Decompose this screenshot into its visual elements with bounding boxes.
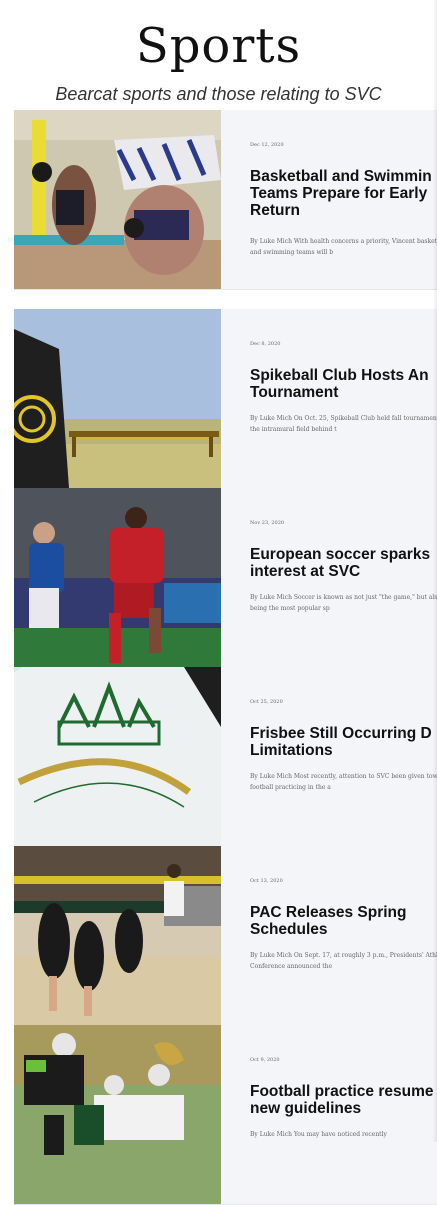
- article-excerpt: By Luke Mich Most recently, attention to…: [250, 773, 437, 791]
- article-card[interactable]: Oct 9, 2020 Football practice resume new…: [14, 1025, 437, 1205]
- article-headline[interactable]: Basketball and Swimmin Teams Prepare for…: [250, 168, 437, 219]
- article-date: Oct 25, 2020: [250, 699, 283, 705]
- article-excerpt: By Luke Mich On Oct. 25, Spikeball Club …: [250, 415, 437, 433]
- article-date: Nov 23, 2020: [250, 520, 285, 526]
- article-card[interactable]: Oct 13, 2020 PAC Releases Spring Schedul…: [14, 846, 437, 1026]
- volleyball-photo[interactable]: [14, 846, 221, 1025]
- article-date: Dec 8, 2020: [250, 341, 281, 347]
- article-text: Oct 13, 2020 PAC Releases Spring Schedul…: [250, 846, 437, 1025]
- article-card[interactable]: Dec 12, 2020 Basketball and Swimmin Team…: [14, 110, 437, 290]
- article-headline[interactable]: European soccer sparks interest at SVC: [250, 546, 437, 580]
- page-title: Sports: [135, 18, 302, 74]
- article-date: Oct 13, 2020: [250, 878, 283, 884]
- article-headline[interactable]: Frisbee Still Occurring D Limitations: [250, 725, 437, 759]
- article-excerpt: By Luke Mich You may have noticed recent…: [250, 1131, 387, 1138]
- article-headline[interactable]: Spikeball Club Hosts An Tournament: [250, 367, 437, 401]
- article-date: Oct 9, 2020: [250, 1057, 280, 1063]
- article-text: Dec 12, 2020 Basketball and Swimmin Team…: [250, 110, 437, 289]
- article-headline[interactable]: Football practice resume new guidelines: [250, 1083, 437, 1117]
- article-card[interactable]: Oct 25, 2020 Frisbee Still Occurring D L…: [14, 667, 437, 847]
- soccer-photo[interactable]: [14, 488, 221, 667]
- scroll-edge-shadow: [433, 0, 437, 1142]
- article-excerpt: By Luke Mich On Sept. 17, at roughly 3 p…: [250, 952, 437, 970]
- article-text: Nov 23, 2020 European soccer sparks inte…: [250, 488, 437, 667]
- page-header: Sports Bearcat sports and those relating…: [0, 0, 437, 110]
- spikeball-photo[interactable]: [14, 309, 221, 488]
- page-subtitle: Bearcat sports and those relating to SVC: [55, 84, 382, 104]
- football-photo[interactable]: [14, 1025, 221, 1204]
- article-text: Oct 9, 2020 Football practice resume new…: [250, 1025, 437, 1204]
- article-excerpt: By Luke Mich Soccer is known as not just…: [250, 594, 437, 612]
- article-headline[interactable]: PAC Releases Spring Schedules: [250, 904, 437, 938]
- article-text: Dec 8, 2020 Spikeball Club Hosts An Tour…: [250, 309, 437, 488]
- article-date: Dec 12, 2020: [250, 142, 284, 148]
- article-text: Oct 25, 2020 Frisbee Still Occurring D L…: [250, 667, 437, 846]
- frisbee-photo[interactable]: [14, 667, 221, 846]
- article-card[interactable]: Nov 23, 2020 European soccer sparks inte…: [14, 488, 437, 668]
- article-card[interactable]: Dec 8, 2020 Spikeball Club Hosts An Tour…: [14, 309, 437, 489]
- article-excerpt: By Luke Mich With health concerns a prio…: [250, 238, 437, 256]
- swimmers-photo[interactable]: [14, 110, 221, 289]
